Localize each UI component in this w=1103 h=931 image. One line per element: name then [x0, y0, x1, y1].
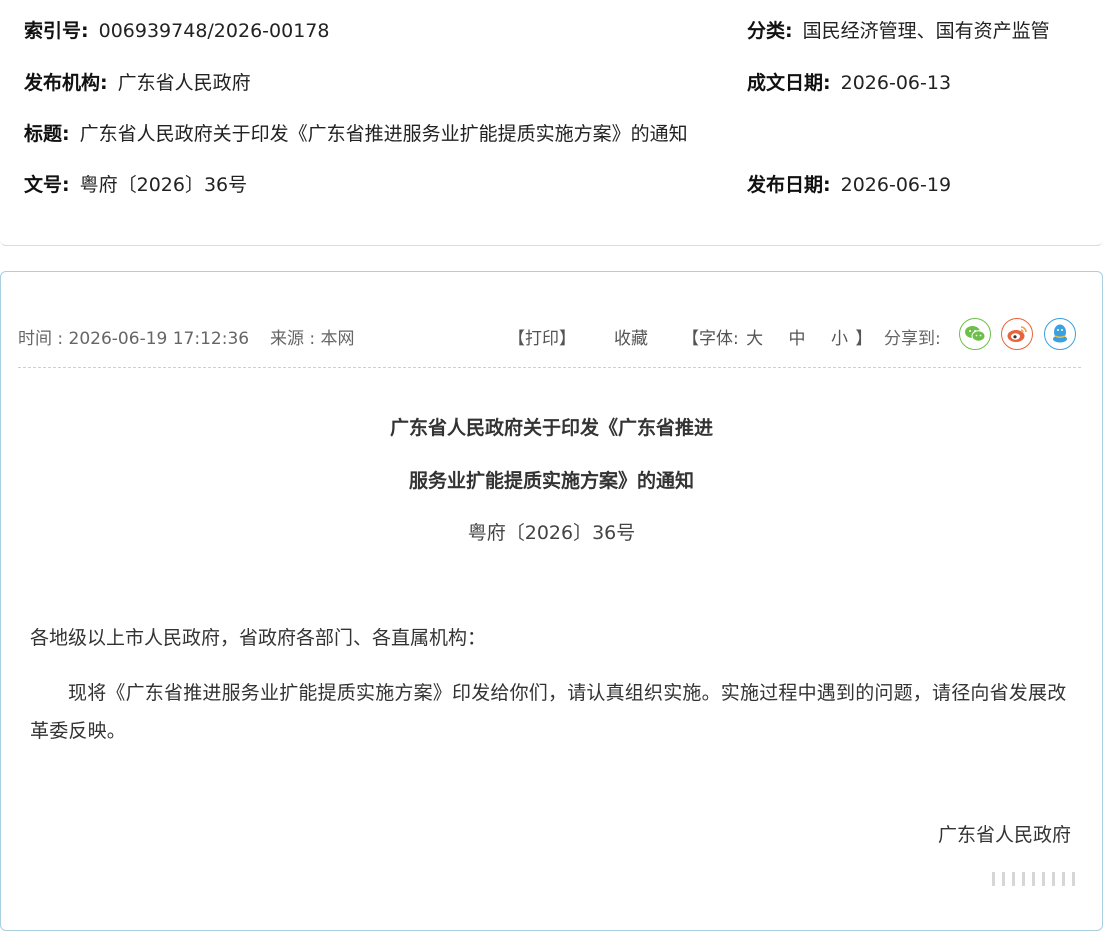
category-label: 分类:: [747, 20, 793, 42]
article-title-line-2: 服务业扩能提质实施方案》的通知: [408, 470, 694, 492]
salutation: 各地级以上市人民政府，省政府各部门、各直属机构：: [30, 627, 487, 649]
written-date-value: 2026-06-13: [840, 72, 952, 94]
category-value: 国民经济管理、国有资产监管: [802, 20, 1050, 42]
source: 来源 : 本网: [270, 329, 355, 349]
font-size-suffix: 】: [855, 329, 873, 349]
signature: 广东省人民政府: [937, 824, 1071, 846]
doc-number-label: 文号:: [24, 174, 70, 196]
publish-date-value: 2026-06-19: [840, 174, 952, 196]
publish-date-row: 发布日期: 2026-06-19: [747, 170, 951, 197]
doc-number-value: 粤府〔2026〕36号: [79, 174, 248, 196]
publisher-row: 发布机构: 广东省人民政府: [24, 68, 251, 95]
article-toolbar: 时间 : 2026-06-19 17:12:36 来源 : 本网 【打印】 收藏…: [18, 296, 1081, 368]
article-title-line-1: 广东省人民政府关于印发《广东省推进: [389, 417, 713, 439]
index-number-label: 索引号:: [24, 20, 89, 42]
font-small-button[interactable]: 小: [831, 329, 848, 349]
doc-number-row: 文号: 粤府〔2026〕36号: [24, 170, 247, 197]
title-value: 广东省人民政府关于印发《广东省推进服务业扩能提质实施方案》的通知: [79, 123, 688, 145]
publisher-label: 发布机构:: [24, 72, 108, 94]
article-doc-number: 粤府〔2026〕36号: [467, 522, 636, 544]
publish-date-label: 发布日期:: [747, 174, 831, 196]
qq-icon[interactable]: [1044, 318, 1076, 350]
wechat-icon[interactable]: [959, 318, 991, 350]
share-label: 分享到:: [884, 329, 941, 349]
decorative-bars: [992, 872, 1075, 886]
document-metadata: 索引号: 006939748/2026-00178 分类: 国民经济管理、国有资产监…: [0, 0, 1103, 246]
font-medium-button[interactable]: 中: [789, 329, 806, 349]
body-paragraph: 现将《广东省推进服务业扩能提质实施方案》印发给你们，请认真组织实施。实施过程中遇…: [30, 682, 1067, 742]
print-button[interactable]: 【打印】: [508, 324, 576, 349]
title-label: 标题:: [24, 123, 70, 145]
category-row: 分类: 国民经济管理、国有资产监管: [747, 16, 1050, 43]
favorite-button[interactable]: 收藏: [614, 324, 648, 349]
weibo-icon[interactable]: [1001, 318, 1033, 350]
title-row: 标题: 广东省人民政府关于印发《广东省推进服务业扩能提质实施方案》的通知: [24, 119, 688, 146]
font-size-prefix: 【字体:: [682, 329, 739, 349]
written-date-label: 成文日期:: [747, 72, 831, 94]
publisher-value: 广东省人民政府: [117, 72, 251, 94]
font-large-button[interactable]: 大: [746, 329, 763, 349]
written-date-row: 成文日期: 2026-06-13: [747, 68, 951, 95]
font-size-selector: 【字体: 大 中 小 】: [682, 324, 872, 349]
publish-time: 时间 : 2026-06-19 17:12:36: [18, 329, 250, 349]
index-number-value: 006939748/2026-00178: [98, 20, 330, 42]
index-number-row: 索引号: 006939748/2026-00178: [24, 16, 329, 43]
